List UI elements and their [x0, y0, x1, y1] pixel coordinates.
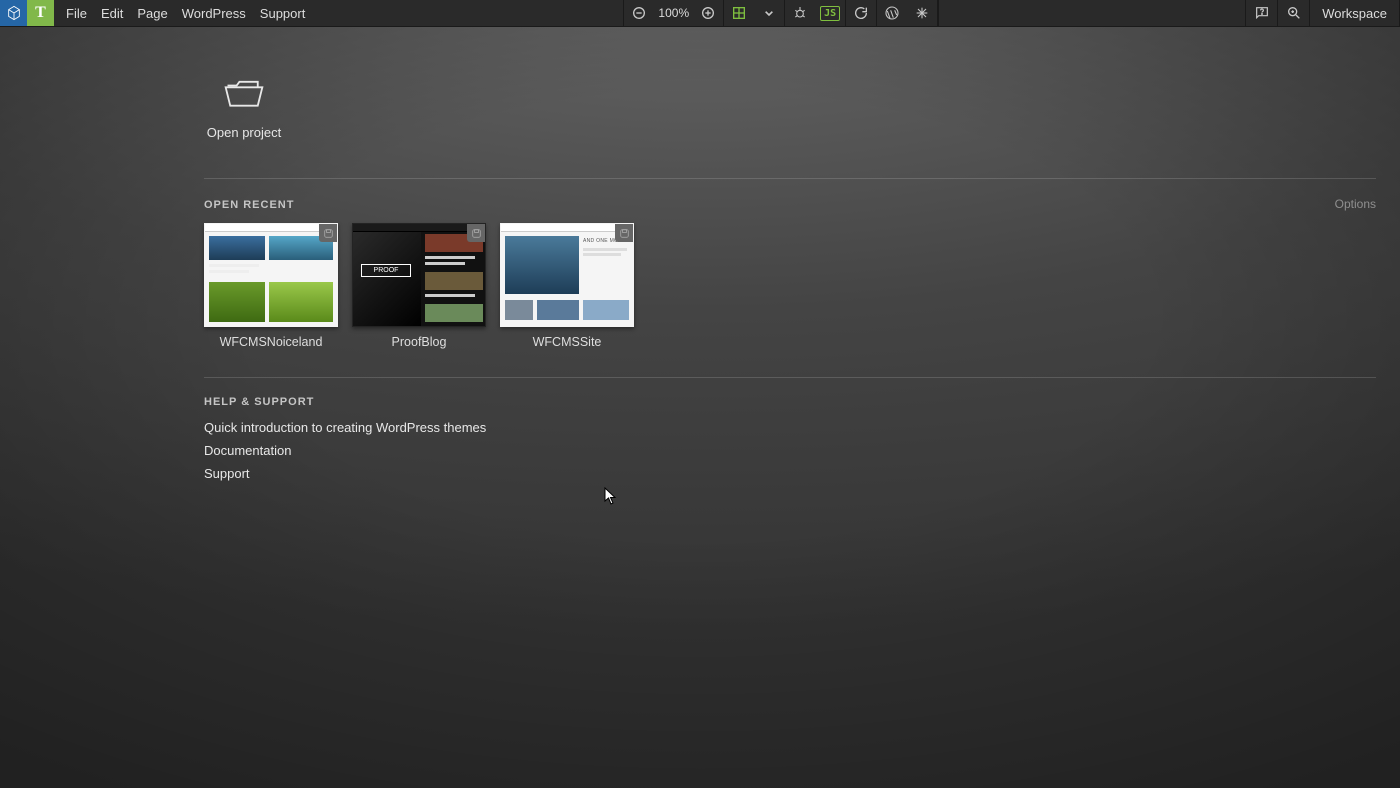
project-thumbnail: AND ONE MORE: [500, 223, 634, 327]
welcome-screen: Open project OPEN RECENT Options WFCMSN: [0, 27, 1400, 481]
recent-projects: WFCMSNoiceland PROOF ProofBlog: [204, 223, 1376, 349]
divider: [204, 178, 1376, 179]
help-link-support[interactable]: Support: [204, 466, 1376, 481]
mouse-cursor: [604, 487, 618, 510]
menu-file[interactable]: File: [66, 6, 87, 21]
search-button[interactable]: [1278, 0, 1310, 26]
wp-group: [876, 0, 937, 26]
help-links: Quick introduction to creating WordPress…: [204, 420, 1376, 481]
top-toolbar: T File Edit Page WordPress Support 100% …: [0, 0, 1400, 27]
tools-group: JS: [784, 0, 845, 26]
save-icon: [467, 224, 485, 242]
zoom-in-button[interactable]: [693, 0, 723, 26]
project-name: ProofBlog: [352, 335, 486, 349]
menu-page[interactable]: Page: [137, 6, 167, 21]
toolbar-right: Workspace: [1245, 0, 1400, 26]
recent-project[interactable]: AND ONE MORE WFCMSSite: [500, 223, 634, 349]
recent-project[interactable]: PROOF ProofBlog: [352, 223, 486, 349]
project-name: WFCMSNoiceland: [204, 335, 338, 349]
mode-text-icon[interactable]: T: [27, 0, 54, 26]
help-header: HELP & SUPPORT: [204, 396, 1376, 408]
help-button[interactable]: [1246, 0, 1278, 26]
help-link-intro[interactable]: Quick introduction to creating WordPress…: [204, 420, 1376, 435]
open-recent-heading: OPEN RECENT: [204, 199, 294, 211]
bug-icon[interactable]: [785, 0, 815, 26]
project-name: WFCMSSite: [500, 335, 634, 349]
menu-edit[interactable]: Edit: [101, 6, 123, 21]
zoom-level[interactable]: 100%: [654, 0, 693, 26]
zoom-group: 100%: [623, 0, 723, 26]
open-project-button[interactable]: Open project: [199, 71, 289, 140]
zoom-out-button[interactable]: [624, 0, 654, 26]
layout-grid-button[interactable]: [724, 0, 754, 26]
sparkle-icon[interactable]: [907, 0, 937, 26]
layout-group: [723, 0, 784, 26]
divider: [204, 377, 1376, 378]
refresh-group: [845, 0, 876, 26]
recent-project[interactable]: WFCMSNoiceland: [204, 223, 338, 349]
refresh-button[interactable]: [846, 0, 876, 26]
recent-header: OPEN RECENT Options: [204, 197, 1376, 211]
js-toggle[interactable]: JS: [815, 0, 845, 26]
save-icon: [615, 224, 633, 242]
main-menu: File Edit Page WordPress Support: [54, 0, 317, 26]
help-link-docs[interactable]: Documentation: [204, 443, 1376, 458]
app-logo[interactable]: [0, 0, 27, 26]
recent-options[interactable]: Options: [1335, 197, 1376, 211]
open-project-label: Open project: [207, 125, 281, 140]
menu-support[interactable]: Support: [260, 6, 306, 21]
layout-dropdown[interactable]: [754, 0, 784, 26]
project-thumbnail: PROOF: [352, 223, 486, 327]
project-thumbnail: [204, 223, 338, 327]
help-heading: HELP & SUPPORT: [204, 396, 314, 408]
menu-wordpress[interactable]: WordPress: [182, 6, 246, 21]
folder-open-icon: [222, 71, 266, 111]
workspace-menu[interactable]: Workspace: [1310, 0, 1400, 26]
wordpress-icon[interactable]: [877, 0, 907, 26]
save-icon: [319, 224, 337, 242]
